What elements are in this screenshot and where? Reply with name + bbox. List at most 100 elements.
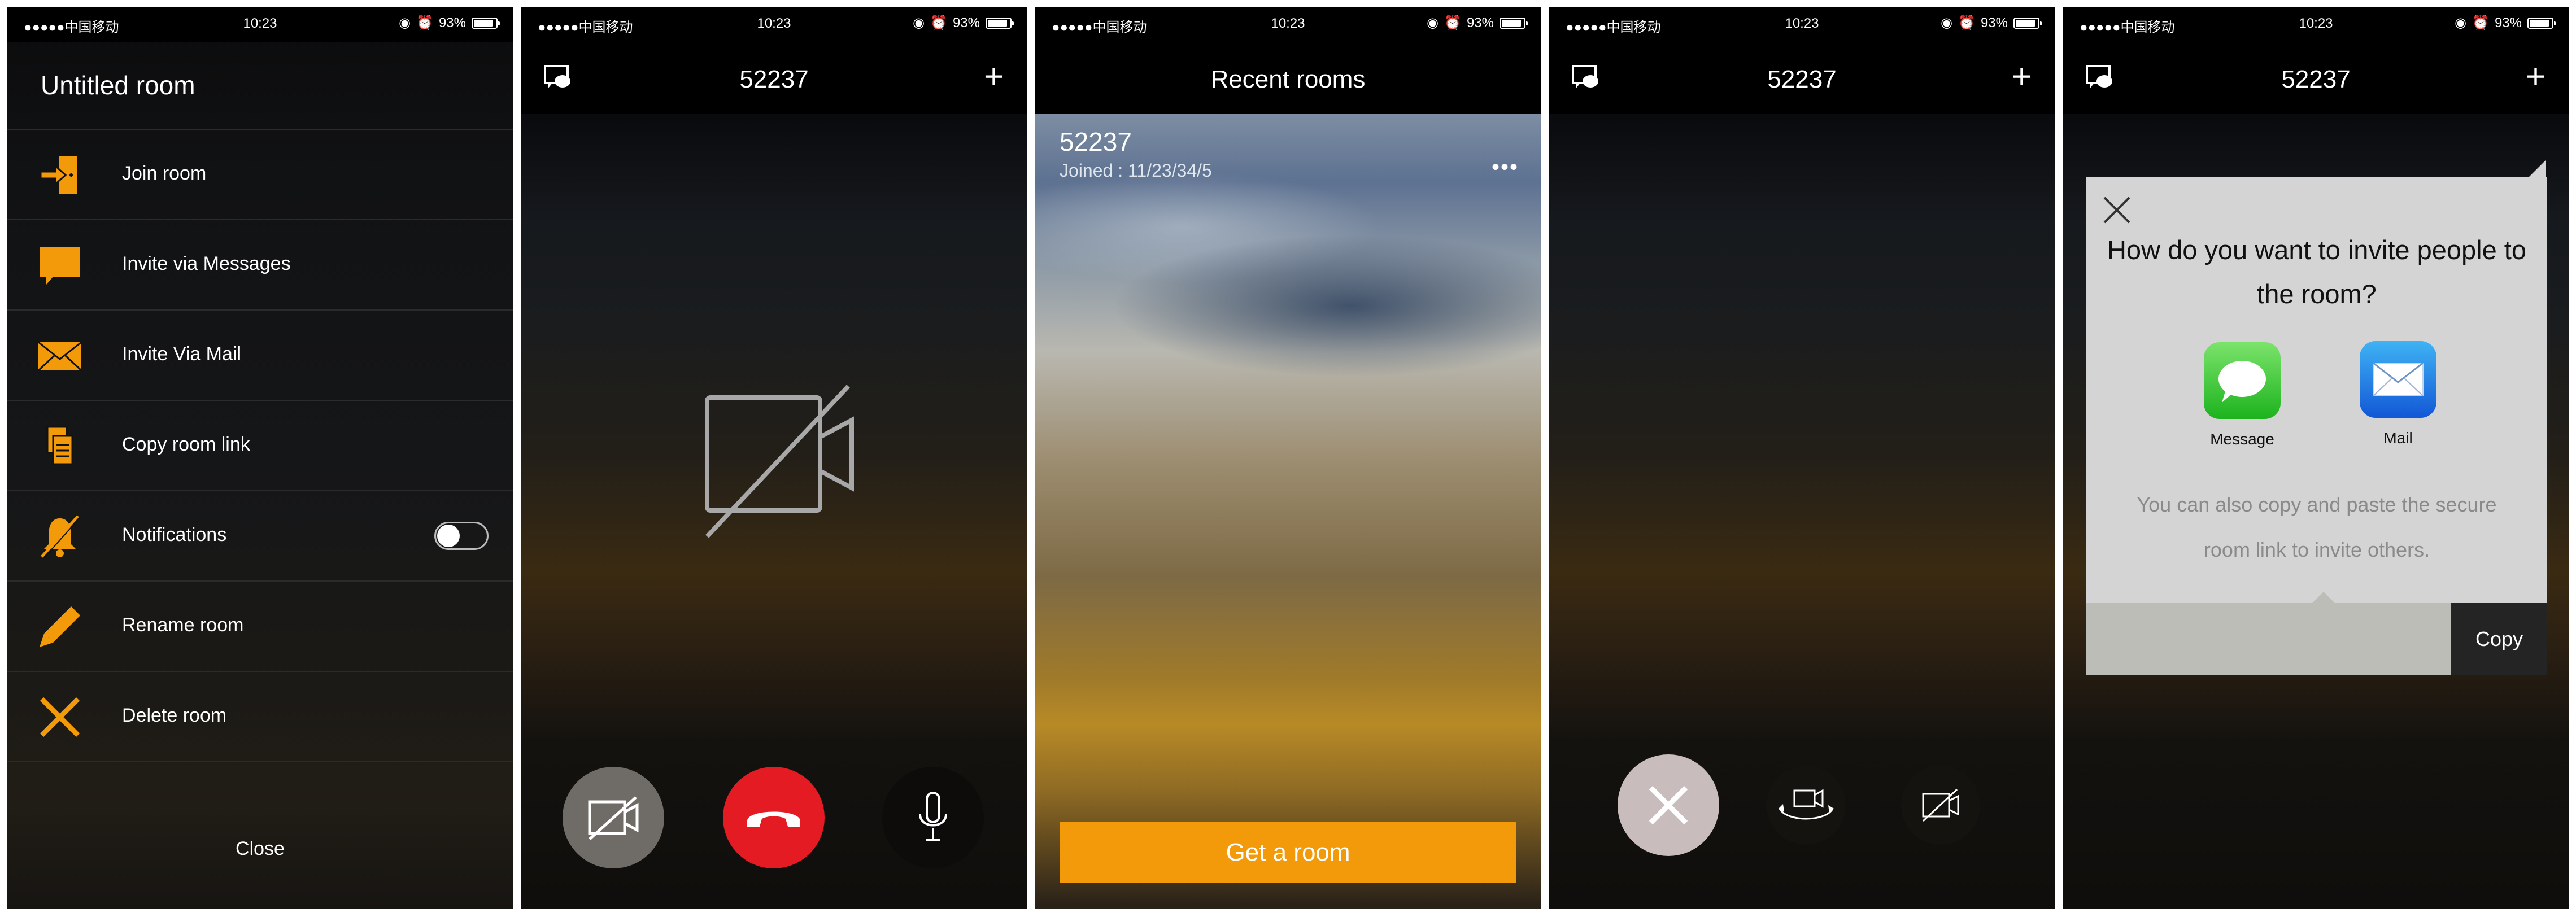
- add-icon[interactable]: +: [2526, 60, 2546, 94]
- app-label: Mail: [2383, 429, 2413, 447]
- menu-screen: ●●●●●中国移动 10:23 ◉ ⏰ 93% Untitled room Jo…: [7, 7, 513, 909]
- menu-item-label: Copy room link: [122, 434, 250, 455]
- status-right: ◉ ⏰ 93%: [913, 15, 1014, 31]
- copy-icon: [46, 426, 73, 465]
- battery-icon: [986, 17, 1014, 29]
- room-title: Untitled room: [41, 71, 195, 100]
- close-controls-button[interactable]: [1618, 754, 1719, 856]
- battery-label: 93%: [1466, 15, 1494, 30]
- mic-button[interactable]: [882, 767, 984, 868]
- hang-up-icon: [747, 811, 800, 827]
- nav-bar: 52237 +: [2063, 42, 2569, 114]
- battery-label: 93%: [2494, 15, 2522, 30]
- recent-rooms-title: Recent rooms: [1210, 66, 1366, 93]
- recent-rooms-screen: ●●●●●中国移动 10:23 ◉ ⏰ 93% Recent rooms 522…: [1035, 7, 1541, 909]
- battery-label: 93%: [1980, 15, 2008, 30]
- recent-room-joined: Joined : 11/23/34/5: [1060, 160, 1212, 181]
- invite-option-mail[interactable]: Mail: [2359, 341, 2438, 447]
- lock-rotation-icon: ◉: [1427, 15, 1439, 30]
- status-bar: ●●●●●中国移动 10:23 ◉ ⏰ 93%: [7, 7, 513, 42]
- lock-rotation-icon: ◉: [1941, 15, 1953, 30]
- popover-arrow: [2529, 160, 2546, 177]
- bell-muted-icon: [41, 515, 81, 558]
- lock-rotation-icon: ◉: [913, 15, 925, 30]
- invite-option-message[interactable]: Message: [2203, 342, 2282, 448]
- menu-item-notifications: Notifications: [7, 490, 513, 582]
- room-number-title: 52237: [1767, 66, 1837, 93]
- close-icon: [1649, 785, 1688, 825]
- notifications-toggle[interactable]: [434, 522, 489, 550]
- menu-item-join-room[interactable]: Join room: [7, 129, 513, 220]
- alarm-icon: ⏰: [1958, 15, 1975, 30]
- menu-item-invite-mail[interactable]: Invite Via Mail: [7, 309, 513, 401]
- status-bar: ●●●●●中国移动 10:23 ◉ ⏰ 93%: [1549, 7, 2055, 42]
- close-button[interactable]: Close: [7, 838, 513, 860]
- lock-rotation-icon: ◉: [2455, 15, 2467, 30]
- end-call-button[interactable]: [723, 767, 825, 868]
- mail-app-icon: [2360, 341, 2436, 418]
- status-bar: ●●●●●中国移动 10:23 ◉ ⏰ 93%: [1035, 7, 1541, 42]
- messages-app-icon: [2204, 342, 2281, 419]
- link-row-notch: [2312, 592, 2335, 603]
- delete-x-icon: [40, 697, 80, 737]
- menu-item-label: Notifications: [122, 524, 227, 545]
- nav-bar: 52237 +: [521, 42, 1027, 114]
- camera-off-icon: [1922, 788, 1959, 822]
- camera-off-icon: [588, 796, 639, 840]
- switch-camera-button[interactable]: [1767, 766, 1846, 845]
- battery-icon: [2013, 17, 2042, 29]
- close-icon[interactable]: [2101, 194, 2133, 226]
- room-thumbnail-background: [1035, 114, 1541, 909]
- menu-item-copy-link[interactable]: Copy room link: [7, 400, 513, 491]
- room-number-title: 52237: [2281, 66, 2351, 93]
- camera-toggle-button[interactable]: [1901, 766, 1980, 845]
- join-room-icon: [40, 156, 77, 194]
- menu-item-rename[interactable]: Rename room: [7, 580, 513, 672]
- battery-icon: [472, 17, 500, 29]
- status-bar: ●●●●●中国移动 10:23 ◉ ⏰ 93%: [2063, 7, 2569, 42]
- status-right: ◉ ⏰ 93%: [1941, 15, 2042, 31]
- invite-screen: ●●●●●中国移动 10:23 ◉ ⏰ 93% 52237 + How do y…: [2063, 7, 2569, 909]
- invite-question: How do you want to invite people to the …: [2107, 235, 2527, 309]
- battery-label: 93%: [438, 15, 466, 30]
- call-controls-screen: ●●●●●中国移动 10:23 ◉ ⏰ 93% 52237 +: [1549, 7, 2055, 909]
- mail-icon: [37, 341, 82, 372]
- invite-popover: How do you want to invite people to the …: [2086, 177, 2547, 675]
- menu-item-label: Delete room: [122, 705, 227, 726]
- alarm-icon: ⏰: [1444, 15, 1461, 30]
- add-icon[interactable]: +: [2012, 60, 2032, 94]
- room-number-title: 52237: [739, 66, 809, 93]
- pencil-icon: [40, 606, 80, 647]
- alarm-icon: ⏰: [416, 15, 433, 30]
- status-right: ◉ ⏰ 93%: [2455, 15, 2556, 31]
- menu-item-label: Join room: [122, 163, 207, 184]
- switch-camera-icon: [1779, 789, 1834, 820]
- camera-toggle-button[interactable]: [563, 767, 664, 868]
- microphone-icon: [919, 792, 947, 841]
- nav-bar: 52237 +: [1549, 42, 2055, 114]
- recent-room-name: 52237: [1060, 127, 1132, 156]
- call-screen: ●●●●●中国移动 10:23 ◉ ⏰ 93% 52237 +: [521, 7, 1027, 909]
- copy-link-button[interactable]: Copy: [2451, 603, 2547, 675]
- battery-label: 93%: [952, 15, 980, 30]
- battery-icon: [1500, 17, 1528, 29]
- status-right: ◉ ⏰ 93%: [399, 15, 500, 31]
- menu-item-label: Rename room: [122, 614, 244, 636]
- menu-item-label: Invite via Messages: [122, 253, 291, 274]
- nav-bar: Recent rooms: [1035, 42, 1541, 114]
- status-right: ◉ ⏰ 93%: [1427, 15, 1528, 31]
- add-icon[interactable]: +: [984, 60, 1004, 94]
- more-options-icon[interactable]: •••: [1492, 155, 1519, 180]
- menu-item-delete[interactable]: Delete room: [7, 671, 513, 762]
- alarm-icon: ⏰: [930, 15, 947, 30]
- menu-item-label: Invite Via Mail: [122, 343, 242, 365]
- status-bar: ●●●●●中国移动 10:23 ◉ ⏰ 93%: [521, 7, 1027, 42]
- copy-link-note: You can also copy and paste the secure r…: [2137, 493, 2497, 561]
- battery-icon: [2527, 17, 2556, 29]
- room-link-row: Copy: [2086, 592, 2547, 675]
- message-bubble-icon: [40, 247, 80, 285]
- menu-divider: [7, 761, 513, 762]
- menu-item-invite-messages[interactable]: Invite via Messages: [7, 219, 513, 311]
- camera-off-large-icon: [705, 385, 854, 538]
- get-a-room-button[interactable]: Get a room: [1060, 822, 1516, 883]
